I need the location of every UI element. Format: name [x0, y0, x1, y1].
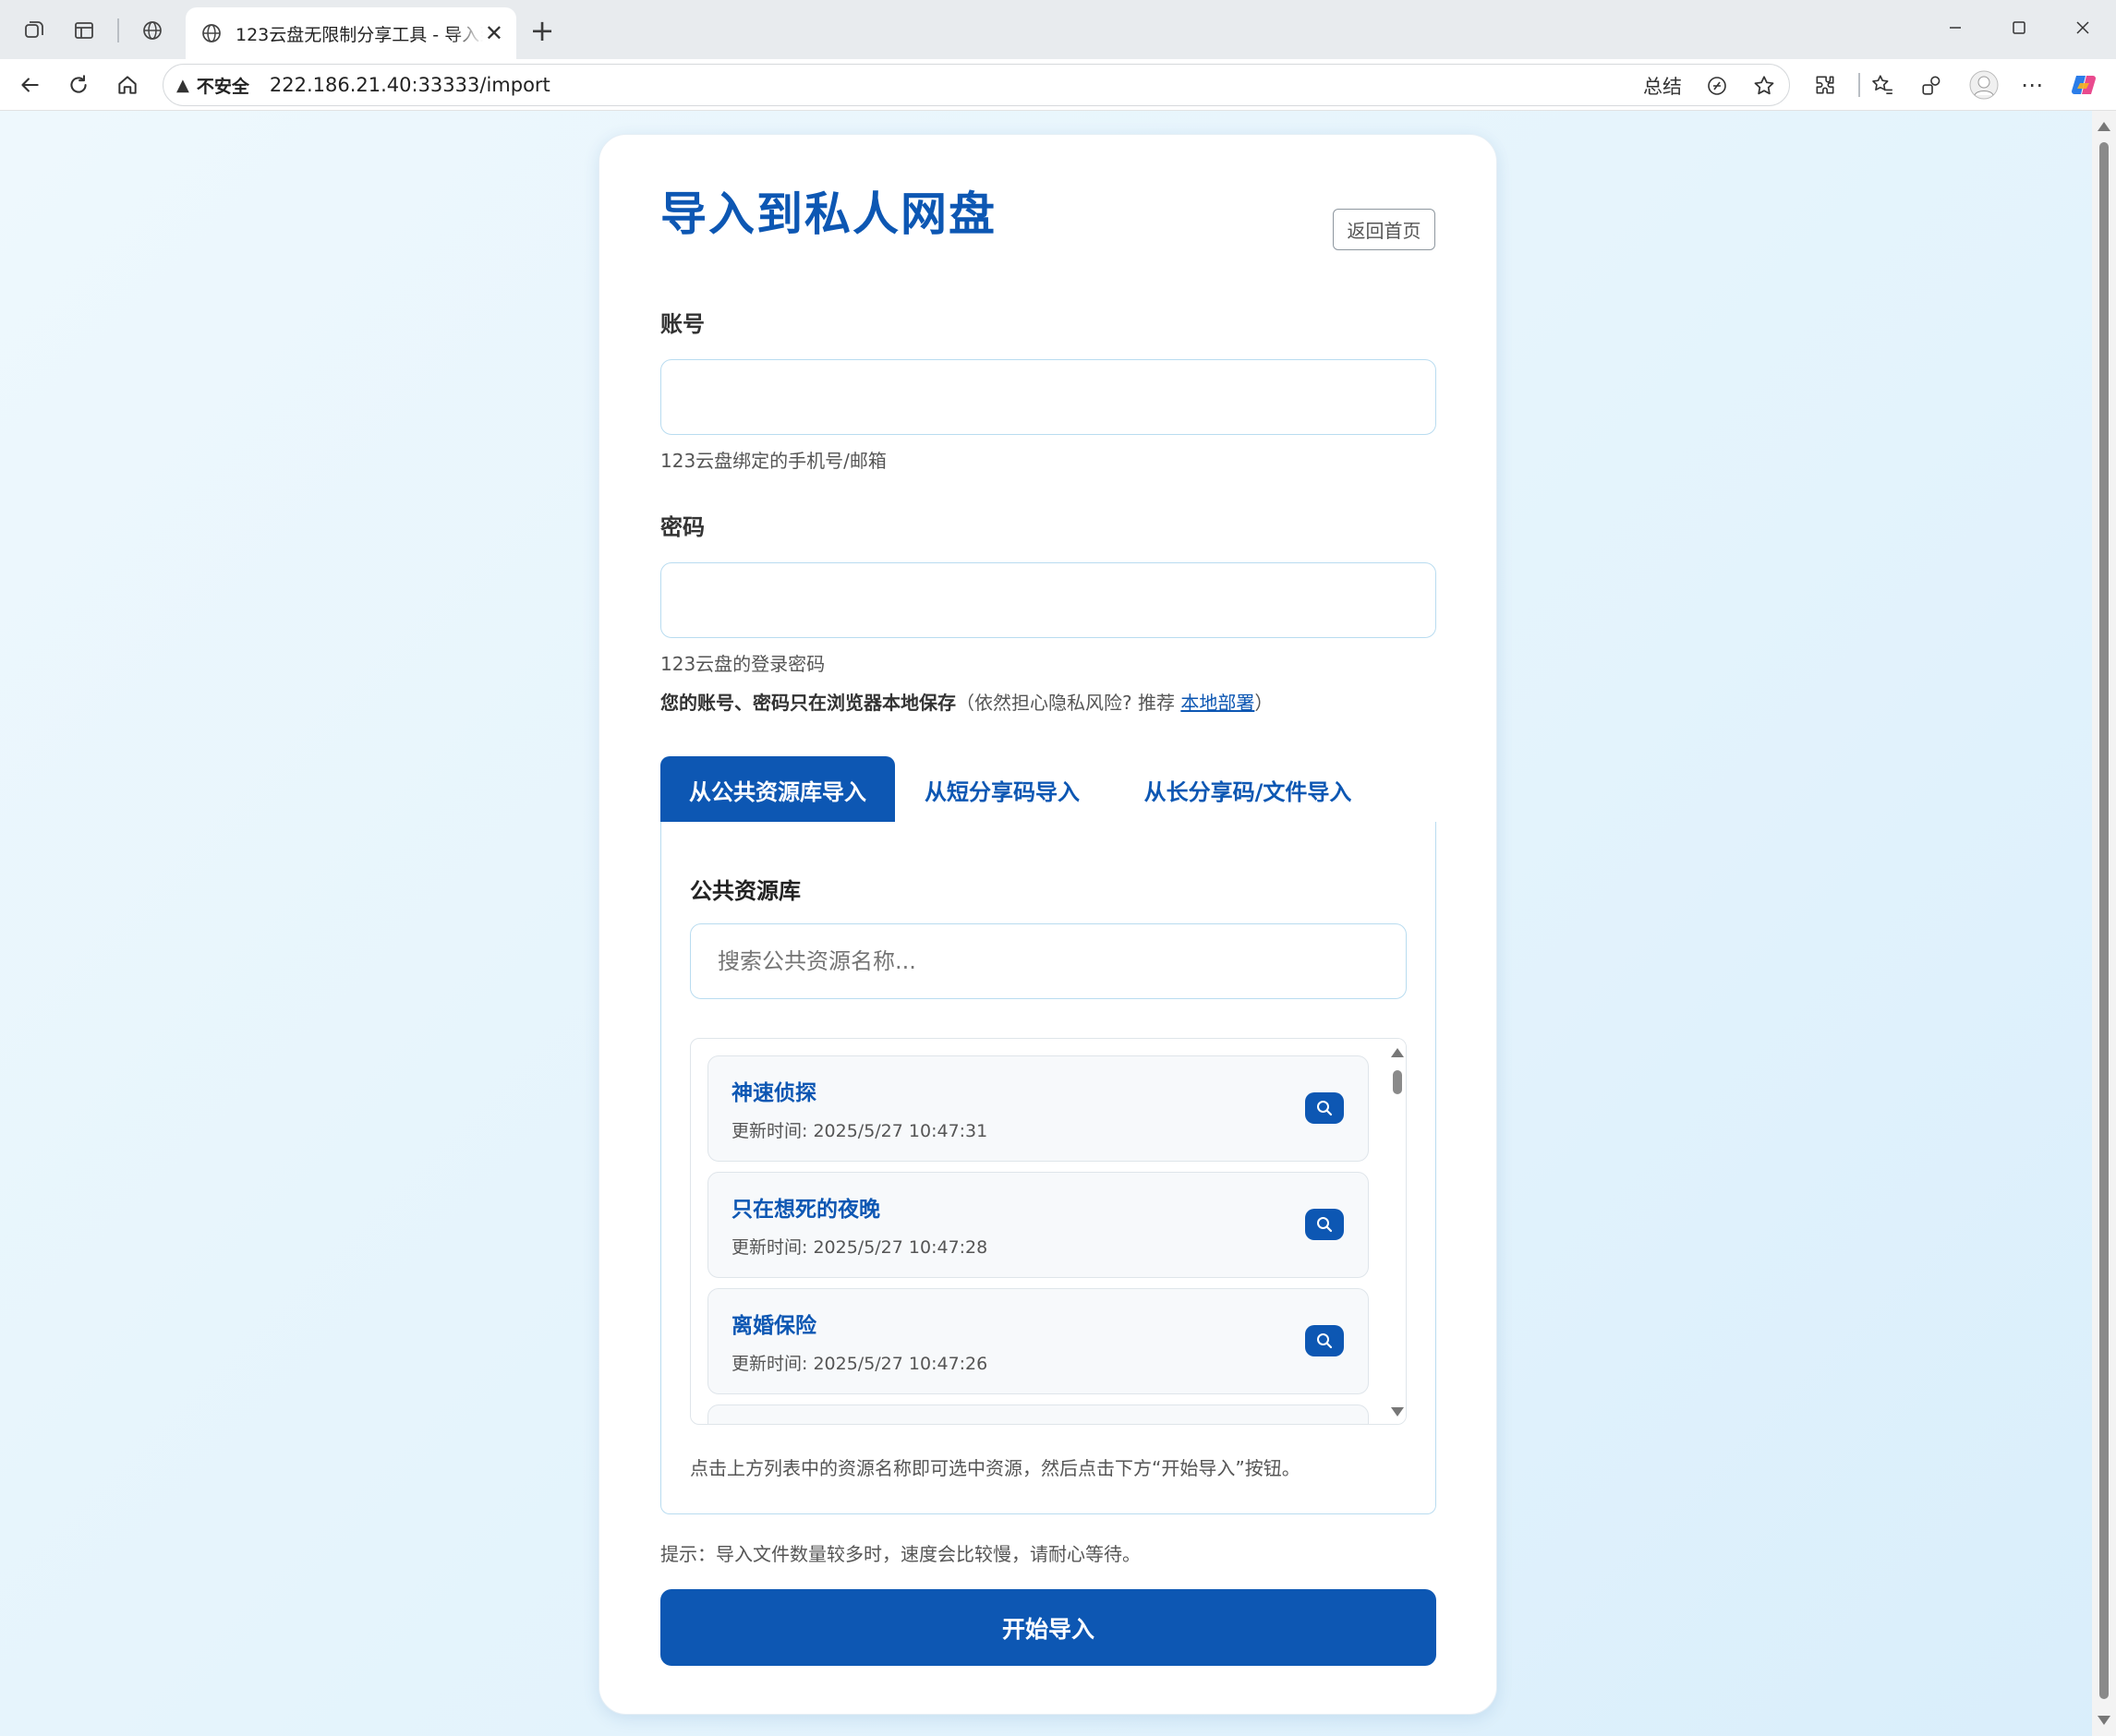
globe-icon[interactable]	[137, 15, 168, 46]
privacy-note-end: ）	[1254, 692, 1274, 714]
back-icon[interactable]	[13, 68, 46, 102]
password-input[interactable]	[660, 562, 1436, 638]
back-home-button[interactable]: 返回首页	[1333, 209, 1435, 250]
page-scrollbar[interactable]	[2092, 111, 2116, 1736]
resource-updated-time: 更新时间: 2025/5/27 10:47:26	[732, 1354, 988, 1374]
search-icon[interactable]	[1305, 1209, 1344, 1240]
resource-updated-time: 更新时间: 2025/5/27 10:47:28	[732, 1237, 988, 1258]
tab-public-library[interactable]: 从公共资源库导入	[660, 756, 895, 823]
favorite-star-icon[interactable]	[1752, 74, 1776, 98]
tab-short-share-code[interactable]: 从短分享码导入	[895, 756, 1109, 823]
start-import-button[interactable]: 开始导入	[660, 1589, 1436, 1666]
public-library-title: 公共资源库	[690, 878, 801, 904]
favorites-icon[interactable]	[1866, 68, 1899, 102]
browser-tab-bar: 123云盘无限制分享工具 - 导入到私人网盘 ✕ +	[0, 0, 2116, 59]
reload-icon[interactable]	[62, 68, 95, 102]
scroll-up-arrow-icon[interactable]	[2098, 122, 2110, 131]
page-title: 导入到私人网盘	[660, 187, 997, 241]
toolbar-separator	[1858, 73, 1860, 97]
import-source-tabs: 从公共资源库导入 从短分享码导入 从长分享码/文件导入	[660, 756, 1436, 823]
list-item[interactable]: 只在想死的夜晚 更新时间: 2025/5/27 10:47:28	[707, 1172, 1369, 1278]
tab-long-share-code-file[interactable]: 从长分享码/文件导入	[1109, 756, 1386, 823]
home-icon[interactable]	[111, 68, 144, 102]
address-bar-actions: 总结	[1643, 65, 1776, 107]
window-close-icon[interactable]	[2064, 13, 2101, 42]
tab-favicon-globe-icon	[200, 22, 223, 44]
local-deploy-link[interactable]: 本地部署	[1180, 692, 1254, 714]
tab-close-icon[interactable]: ✕	[485, 20, 503, 46]
workspaces-icon[interactable]	[18, 15, 50, 46]
list-scrollbar-thumb[interactable]	[1393, 1070, 1402, 1094]
resource-name[interactable]: 只在想死的夜晚	[732, 1191, 880, 1223]
selection-instruction: 点击上方列表中的资源名称即可选中资源，然后点击下方“开始导入”按钮。	[690, 1457, 1300, 1479]
privacy-note-bold: 您的账号、密码只在浏览器本地保存	[660, 692, 956, 714]
minimize-icon[interactable]	[1937, 13, 1974, 42]
maximize-icon[interactable]	[2001, 13, 2037, 42]
privacy-note-text: （依然担心隐私风险? 推荐	[956, 692, 1181, 714]
list-item[interactable]: 神速侦探 更新时间: 2025/5/27 10:47:31	[707, 1055, 1369, 1162]
summarize-label[interactable]: 总结	[1643, 72, 1682, 100]
library-search-input[interactable]	[690, 923, 1407, 999]
list-scroll-up-icon[interactable]	[1391, 1048, 1404, 1057]
resource-name[interactable]: 神速侦探	[732, 1075, 816, 1106]
resource-name[interactable]: 离婚保险	[732, 1308, 816, 1339]
new-tab-icon[interactable]: +	[526, 13, 558, 48]
password-label: 密码	[660, 514, 705, 540]
url-text[interactable]: 222.186.21.40:33333/import	[270, 74, 550, 96]
profile-avatar-icon[interactable]	[1965, 66, 2002, 103]
resource-list-scrollbar[interactable]	[1387, 1039, 1406, 1424]
public-library-panel: 公共资源库 神速侦探 更新时间: 2025/5/27 10:47:31 只在想死…	[660, 822, 1436, 1514]
collections-icon[interactable]	[1916, 68, 1949, 102]
list-item[interactable]: 离婚保险 更新时间: 2025/5/27 10:47:26	[707, 1288, 1369, 1394]
more-menu-icon[interactable]: ⋯	[2015, 68, 2049, 102]
import-tip: 提示：导入文件数量较多时，速度会比较慢，请耐心等待。	[660, 1543, 1141, 1565]
account-label: 账号	[660, 311, 705, 337]
copilot-summary-icon[interactable]	[1706, 75, 1728, 97]
privacy-note: 您的账号、密码只在浏览器本地保存（依然担心隐私风险? 推荐 本地部署）	[660, 688, 1273, 715]
tab-title: 123云盘无限制分享工具 - 导入到私人网盘	[236, 24, 483, 45]
page-scrollbar-thumb[interactable]	[2099, 142, 2109, 1699]
browser-toolbar: ▲ 不安全 222.186.21.40:33333/import 总结 ⋯	[0, 59, 2116, 111]
search-icon[interactable]	[1305, 1325, 1344, 1356]
scroll-down-arrow-icon[interactable]	[2098, 1716, 2110, 1725]
tab-separator	[117, 18, 119, 42]
resource-list: 神速侦探 更新时间: 2025/5/27 10:47:31 只在想死的夜晚 更新…	[690, 1038, 1407, 1425]
list-item-partial[interactable]	[707, 1404, 1369, 1424]
security-label[interactable]: 不安全	[197, 73, 249, 98]
active-tab[interactable]: 123云盘无限制分享工具 - 导入到私人网盘 ✕	[186, 7, 516, 59]
account-hint: 123云盘绑定的手机号/邮箱	[660, 450, 887, 472]
copilot-icon[interactable]	[2065, 66, 2102, 103]
extensions-icon[interactable]	[1808, 68, 1842, 102]
account-input[interactable]	[660, 359, 1436, 435]
import-card: 导入到私人网盘 返回首页 账号 123云盘绑定的手机号/邮箱 密码 123云盘的…	[599, 134, 1497, 1715]
warning-icon[interactable]: ▲	[176, 76, 189, 95]
resource-updated-time: 更新时间: 2025/5/27 10:47:31	[732, 1121, 988, 1141]
password-hint: 123云盘的登录密码	[660, 653, 826, 675]
search-icon[interactable]	[1305, 1092, 1344, 1124]
address-bar[interactable]: ▲ 不安全 222.186.21.40:33333/import 总结	[163, 64, 1790, 106]
list-scroll-down-icon[interactable]	[1391, 1407, 1404, 1417]
tab-actions-icon[interactable]	[68, 15, 100, 46]
